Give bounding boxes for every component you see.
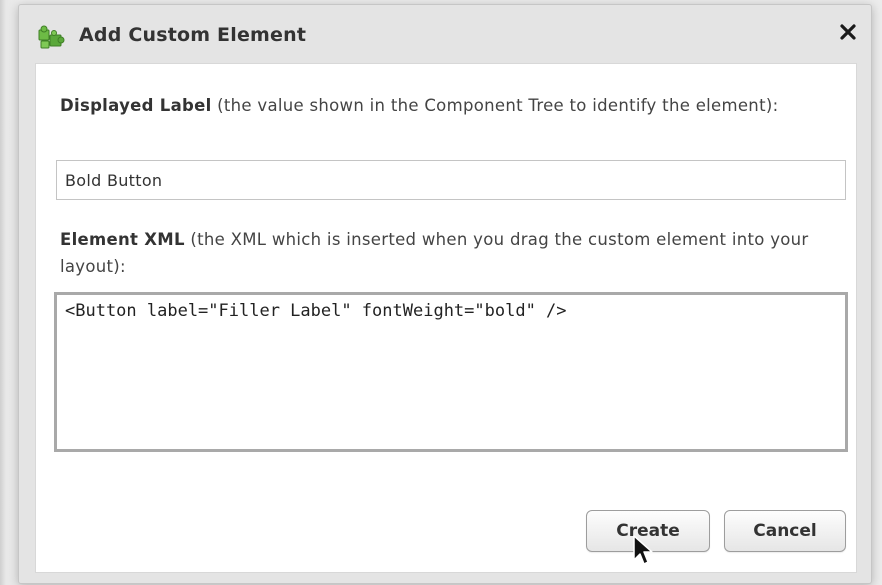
displayed-label-caption: Displayed Label (the value shown in the … bbox=[60, 92, 850, 119]
close-icon[interactable] bbox=[839, 23, 857, 45]
add-custom-element-dialog: Add Custom Element Displayed Label (the … bbox=[18, 4, 872, 584]
element-xml-textarea[interactable]: <Button label="Filler Label" fontWeight=… bbox=[54, 292, 848, 452]
displayed-label-heading: Displayed Label bbox=[60, 96, 212, 115]
element-xml-heading: Element XML bbox=[60, 230, 185, 249]
displayed-label-description: (the value shown in the Component Tree t… bbox=[211, 96, 779, 115]
close-button[interactable] bbox=[835, 21, 861, 47]
displayed-label-input[interactable] bbox=[56, 160, 846, 200]
dialog-body: Displayed Label (the value shown in the … bbox=[35, 63, 857, 573]
create-button[interactable]: Create bbox=[586, 510, 710, 552]
dialog-title: Add Custom Element bbox=[79, 24, 307, 46]
puzzle-pieces-icon bbox=[37, 22, 67, 50]
element-xml-caption: Element XML (the XML which is inserted w… bbox=[60, 226, 850, 280]
cancel-button[interactable]: Cancel bbox=[724, 510, 846, 552]
dialog-titlebar: Add Custom Element bbox=[19, 5, 871, 63]
